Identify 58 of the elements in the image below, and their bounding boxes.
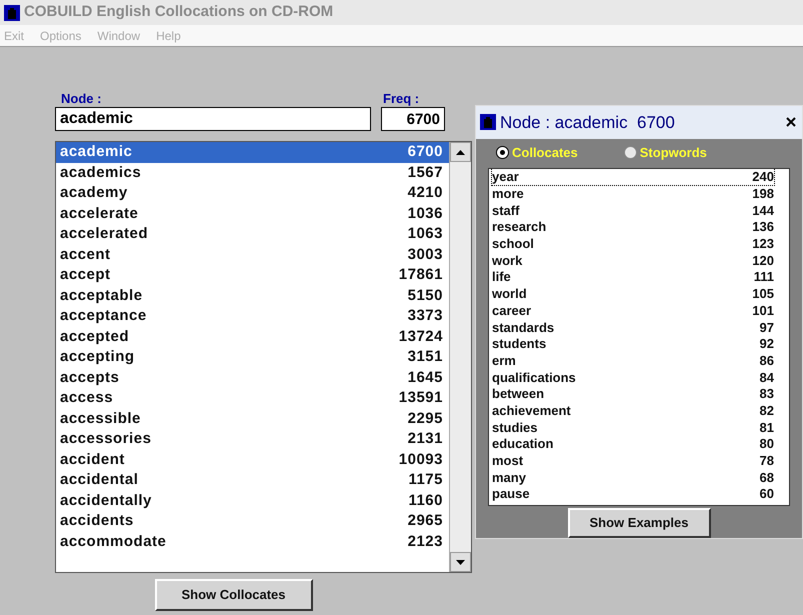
collocate-row[interactable]: staff 144 xyxy=(492,202,774,219)
freq-field[interactable]: 6700 xyxy=(381,107,445,131)
word-row[interactable]: accidents 2965 xyxy=(56,511,449,532)
collocate-row[interactable]: erm 86 xyxy=(492,352,774,369)
word-row[interactable]: acceptable 5150 xyxy=(56,286,449,306)
collocate-row[interactable]: qualifications 84 xyxy=(492,368,774,386)
collocate-row[interactable]: achievement 82 xyxy=(492,402,774,420)
close-icon[interactable] xyxy=(786,117,796,128)
collocate-row[interactable]: students 92 xyxy=(492,336,774,352)
freq-label: Freq : xyxy=(383,90,420,105)
collocate-row[interactable]: pause 60 xyxy=(492,486,774,502)
word-row[interactable]: accessories 2131 xyxy=(56,429,449,450)
word-row[interactable]: accepted 13724 xyxy=(56,326,449,347)
collocate-row[interactable]: more 198 xyxy=(492,185,774,202)
word-row[interactable]: accommodate 2123 xyxy=(56,532,449,552)
collocate-row[interactable]: life 111 xyxy=(492,268,774,286)
word-row[interactable]: access 13591 xyxy=(56,388,449,408)
word-row[interactable]: accident 10093 xyxy=(56,450,449,470)
word-row[interactable]: accidentally 1160 xyxy=(56,490,449,511)
collocate-row[interactable]: year 240 xyxy=(492,168,774,186)
down-arrow-icon xyxy=(456,560,465,564)
radio-button[interactable] xyxy=(496,146,509,160)
word-row[interactable]: academics 1567 xyxy=(56,162,449,183)
collocate-row[interactable]: world 105 xyxy=(492,286,774,302)
collocate-row[interactable]: studies 81 xyxy=(492,419,774,436)
word-row[interactable]: accidental 1175 xyxy=(56,470,449,490)
node-label: Node : xyxy=(61,90,102,105)
collocate-row[interactable]: many 68 xyxy=(492,469,774,486)
word-row[interactable]: academy 4210 xyxy=(56,183,449,204)
radio-label[interactable]: Stopwords xyxy=(640,143,707,163)
collocate-row[interactable]: education 80 xyxy=(492,436,774,452)
word-row[interactable]: accelerate 1036 xyxy=(56,204,449,224)
show-collocates-button[interactable]: Show Collocates xyxy=(154,579,312,611)
collocate-row[interactable]: school 123 xyxy=(492,235,774,252)
app-icon xyxy=(480,114,496,130)
collocate-row[interactable]: career 101 xyxy=(492,302,774,319)
radio-button[interactable] xyxy=(624,146,637,160)
collocate-row[interactable]: work 120 xyxy=(492,252,774,269)
radio-label[interactable]: Collocates xyxy=(512,143,578,163)
word-row[interactable]: accept 17861 xyxy=(56,265,449,286)
collocate-row[interactable]: standards 97 xyxy=(492,318,774,336)
up-arrow-icon xyxy=(456,150,465,154)
popup-title: Node : academic 6700 xyxy=(500,112,676,134)
scrollbar[interactable] xyxy=(449,142,471,572)
show-examples-button[interactable]: Show Examples xyxy=(568,508,710,538)
node-field[interactable]: academic xyxy=(55,107,371,131)
window-title: COBUILD English Collocations on CD-ROM xyxy=(24,2,334,22)
word-row[interactable]: accent 3003 xyxy=(56,244,449,265)
word-row[interactable]: accepts 1645 xyxy=(56,368,449,388)
collocate-row[interactable]: research 136 xyxy=(492,218,774,236)
word-row[interactable]: accelerated 1063 xyxy=(56,224,449,244)
collocate-row[interactable]: between 83 xyxy=(492,386,774,402)
word-row[interactable]: acceptance 3373 xyxy=(56,306,449,326)
word-row[interactable]: accessible 2295 xyxy=(56,408,449,429)
app-icon xyxy=(4,4,20,20)
word-row[interactable]: accepting 3151 xyxy=(56,347,449,368)
word-row[interactable]: academic 6700 xyxy=(56,142,449,162)
collocate-row[interactable]: most 78 xyxy=(492,452,774,470)
